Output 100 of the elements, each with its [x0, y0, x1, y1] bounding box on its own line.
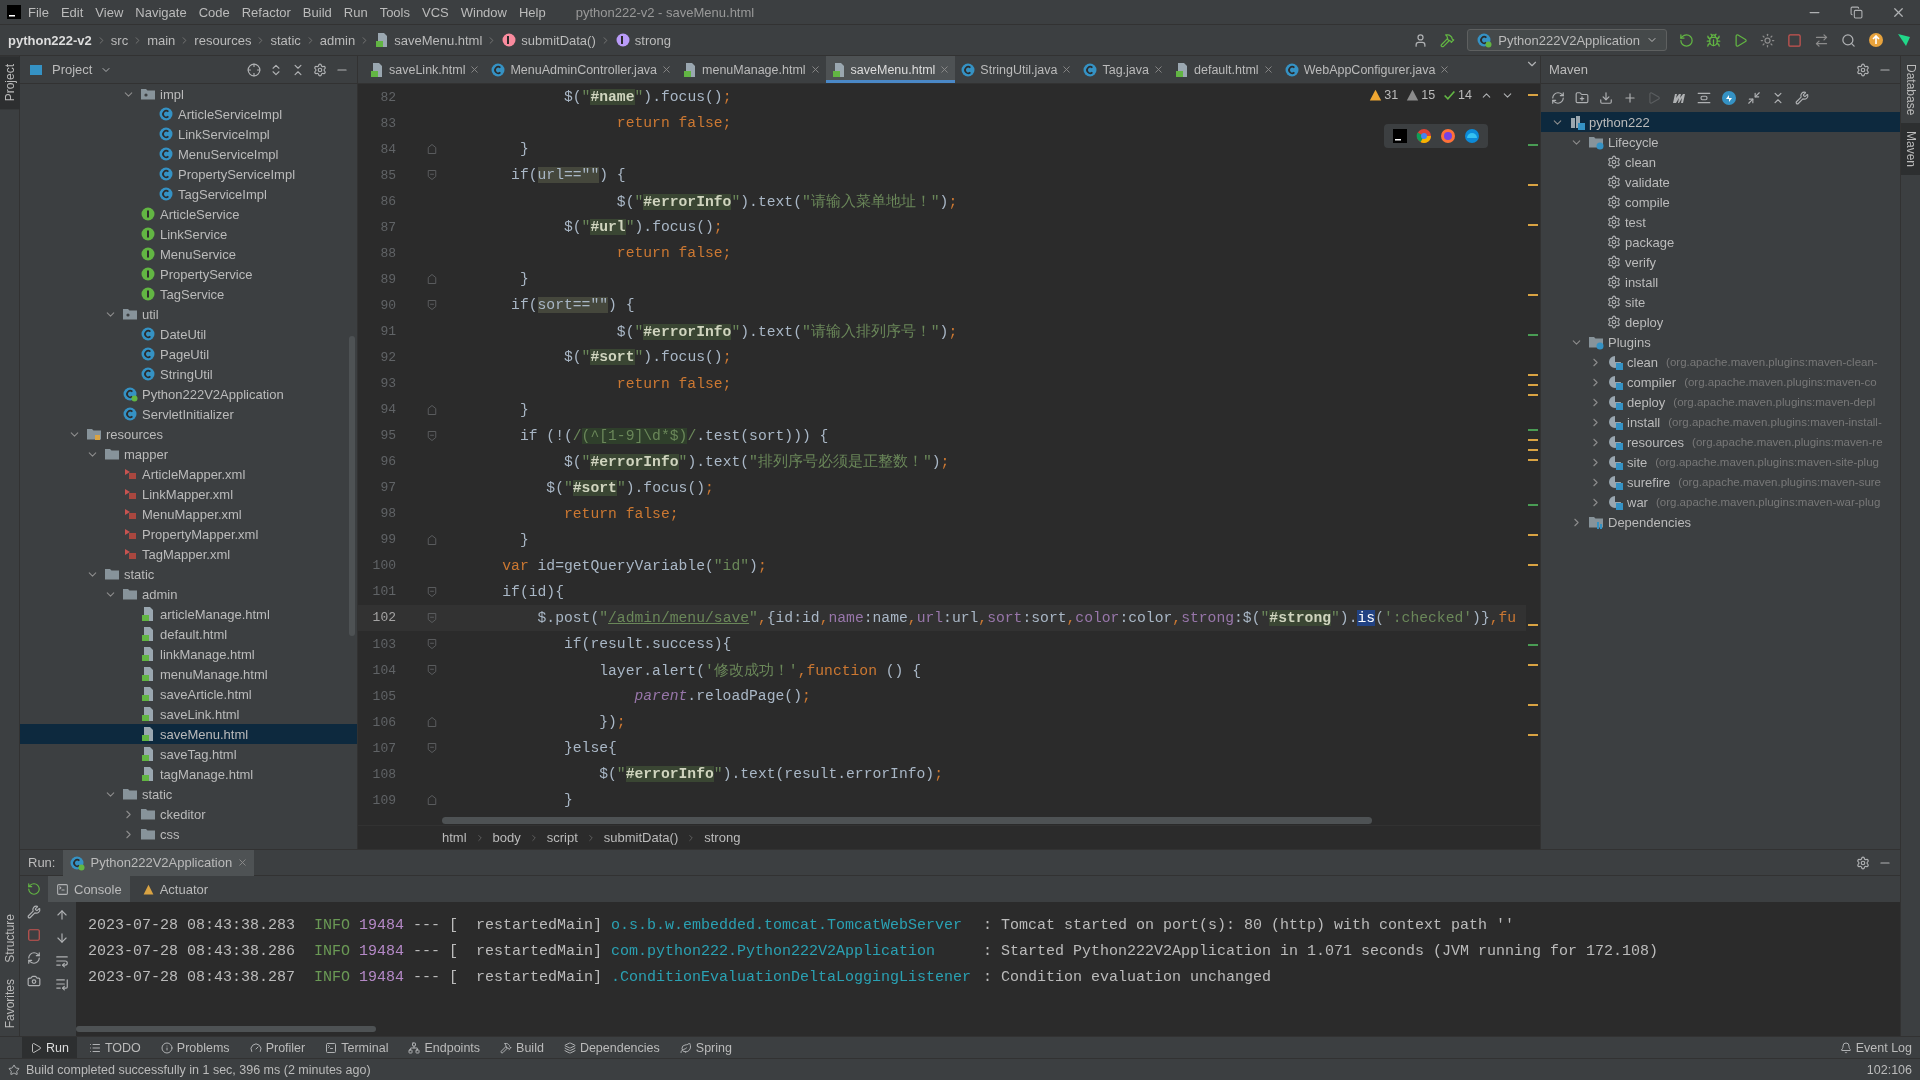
run-configuration-dropdown[interactable]: Python222V2Application: [1467, 29, 1667, 51]
locate-icon[interactable]: [247, 62, 261, 77]
tree-item[interactable]: menuManage.html: [20, 664, 357, 684]
tree-item[interactable]: saveArticle.html: [20, 684, 357, 704]
breadcrumb-item[interactable]: admin: [319, 32, 356, 48]
breadcrumb-item[interactable]: static: [270, 32, 301, 48]
tree-item[interactable]: Python222V2Application: [20, 384, 357, 404]
restart-icon[interactable]: [27, 951, 41, 965]
menu-item[interactable]: Refactor: [235, 0, 297, 25]
breadcrumb-item[interactable]: resources: [194, 32, 252, 48]
menu-item[interactable]: Edit: [54, 0, 90, 25]
menu-item[interactable]: Window: [454, 0, 513, 25]
tool-window-button[interactable]: Dependencies: [555, 1036, 668, 1059]
breadcrumb-item[interactable]: script: [546, 830, 578, 845]
tree-item[interactable]: test: [1541, 212, 1900, 232]
tree-item[interactable]: resources: [20, 424, 357, 444]
tree-item[interactable]: MenuServiceImpl: [20, 144, 357, 164]
cursor-position[interactable]: 102:106: [1866, 1062, 1912, 1077]
tree-item[interactable]: validate: [1541, 172, 1900, 192]
toggle-offline-icon[interactable]: [1697, 91, 1711, 105]
user-icon[interactable]: [1413, 32, 1429, 48]
editor-tab[interactable]: saveLink.html: [364, 56, 486, 83]
arrow-up-icon[interactable]: [55, 908, 69, 922]
tree-item[interactable]: ServletInitializer: [20, 404, 357, 424]
close-icon[interactable]: [1262, 64, 1274, 75]
inspection-count[interactable]: 15: [1406, 88, 1436, 102]
tree-item[interactable]: articleManage.html: [20, 604, 357, 624]
tree-item[interactable]: Plugins: [1541, 332, 1900, 352]
close-icon[interactable]: [939, 64, 951, 75]
tree-item[interactable]: Dependencies: [1541, 512, 1900, 532]
browser-icon[interactable]: [1440, 128, 1456, 144]
breadcrumb-item[interactable]: html: [442, 830, 467, 845]
scrollbar-thumb[interactable]: [76, 1026, 376, 1032]
tree-item[interactable]: saveTag.html: [20, 744, 357, 764]
skip-tests-icon[interactable]: [1721, 90, 1737, 106]
tool-window-button[interactable]: Problems: [152, 1036, 238, 1059]
editor-tab[interactable]: saveMenu.html: [825, 56, 956, 83]
menu-item[interactable]: View: [89, 0, 130, 25]
tree-item[interactable]: ArticleService: [20, 204, 357, 224]
tree-item[interactable]: StringUtil: [20, 364, 357, 384]
tree-item[interactable]: admin: [20, 584, 357, 604]
menu-item[interactable]: Code: [192, 0, 236, 25]
scroll-to-end-icon[interactable]: [55, 977, 69, 991]
ide-browser-icon[interactable]: [1392, 128, 1408, 144]
tree-item[interactable]: ArticleServiceImpl: [20, 104, 357, 124]
tree-item[interactable]: verify: [1541, 252, 1900, 272]
bug-icon[interactable]: [1706, 32, 1721, 48]
browser-icon[interactable]: [1464, 128, 1480, 144]
wrench-icon[interactable]: [1795, 91, 1809, 105]
close-icon[interactable]: [237, 857, 249, 868]
side-tab[interactable]: Structure: [0, 905, 20, 971]
tree-item[interactable]: surefire (org.apache.maven.plugins:maven-sure: [1541, 472, 1900, 492]
console-tab[interactable]: Actuator: [133, 876, 217, 902]
editor-tab[interactable]: default.html: [1169, 56, 1279, 83]
arrow-down-icon[interactable]: [55, 931, 69, 945]
tree-item[interactable]: PageUtil: [20, 344, 357, 364]
rerun-icon[interactable]: [27, 882, 41, 896]
stop-icon[interactable]: [27, 928, 41, 942]
tree-item[interactable]: war (org.apache.maven.plugins:maven-war-plug: [1541, 492, 1900, 512]
reload-icon[interactable]: [1551, 91, 1565, 105]
tree-item[interactable]: mapper: [20, 444, 357, 464]
tree-item[interactable]: deploy: [1541, 312, 1900, 332]
tree-item[interactable]: PropertyServiceImpl: [20, 164, 357, 184]
tool-window-button[interactable]: Endpoints: [400, 1036, 489, 1059]
tree-item[interactable]: TagMapper.xml: [20, 544, 357, 564]
tree-item[interactable]: util: [20, 304, 357, 324]
panel-title[interactable]: Project: [52, 62, 93, 77]
editor-tab[interactable]: menuManage.html: [677, 56, 826, 83]
update-icon[interactable]: [1868, 32, 1884, 48]
run-icon[interactable]: [1733, 32, 1748, 48]
show-dependencies-icon[interactable]: [1747, 91, 1761, 105]
breadcrumb-item[interactable]: submitData(): [603, 830, 679, 845]
camera-icon[interactable]: [27, 974, 41, 988]
tool-window-button[interactable]: Spring: [671, 1036, 740, 1059]
side-tab[interactable]: Favorites: [0, 970, 20, 1036]
run-tab[interactable]: Python222V2Application: [63, 849, 255, 876]
download-icon[interactable]: [1599, 91, 1613, 105]
side-tab[interactable]: Database: [1901, 56, 1920, 124]
tree-item[interactable]: css: [20, 824, 357, 844]
profile-icon[interactable]: [1760, 32, 1775, 48]
tree-item[interactable]: resources (org.apache.maven.plugins:maven-re: [1541, 432, 1900, 452]
editor-tab[interactable]: WebAppConfigurer.java: [1278, 56, 1456, 83]
menu-item[interactable]: Help: [512, 0, 552, 25]
breadcrumb-item[interactable]: main: [147, 32, 176, 48]
breadcrumb-item[interactable]: body: [492, 830, 521, 845]
tool-window-button[interactable]: Run: [22, 1036, 77, 1059]
collapse-all-icon[interactable]: [1771, 91, 1785, 105]
wrench-icon[interactable]: [27, 905, 41, 919]
scrollbar-thumb[interactable]: [442, 816, 1372, 824]
tree-item[interactable]: site (org.apache.maven.plugins:maven-site-plug: [1541, 452, 1900, 472]
tree-item[interactable]: LinkMapper.xml: [20, 484, 357, 504]
tree-item[interactable]: python222: [1541, 112, 1900, 132]
tree-item[interactable]: clean (org.apache.maven.plugins:maven-clean-: [1541, 352, 1900, 372]
tree-item[interactable]: install (org.apache.maven.plugins:maven-install-: [1541, 412, 1900, 432]
tool-window-button[interactable]: Build: [492, 1036, 552, 1059]
tree-item[interactable]: MenuService: [20, 244, 357, 264]
menu-item[interactable]: VCS: [416, 0, 455, 25]
tree-item[interactable]: ckeditor: [20, 804, 357, 824]
settings-icon[interactable]: [1856, 855, 1870, 870]
tree-item[interactable]: TagServiceImpl: [20, 184, 357, 204]
